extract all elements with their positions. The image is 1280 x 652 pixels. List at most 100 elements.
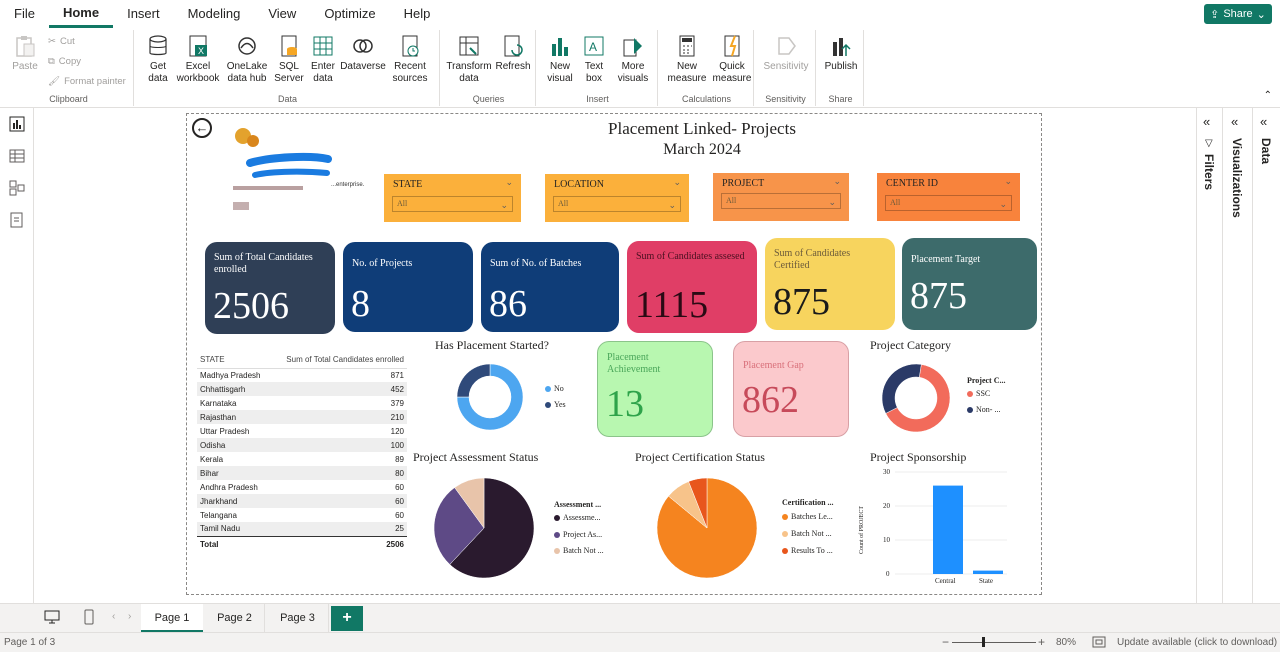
menu-home[interactable]: Home [48, 0, 114, 28]
transform-data-button[interactable]: Transform data [446, 34, 492, 85]
placement-started-donut-slice[interactable] [456, 363, 491, 398]
table-view-icon[interactable] [9, 148, 25, 164]
fit-to-page-icon[interactable] [1092, 636, 1106, 651]
model-view-icon[interactable] [9, 180, 25, 196]
table-row[interactable]: Rajasthan 210 [197, 410, 407, 424]
recent-sources-button[interactable]: Recent sources [388, 34, 432, 85]
table-row[interactable]: Bihar 80 [197, 466, 407, 480]
table-row[interactable]: Madhya Pradesh 871 [197, 368, 407, 382]
slicer-dropdown[interactable]: All ⌄ [885, 195, 1012, 211]
copy-button[interactable]: ⧉ Copy [48, 56, 81, 67]
update-notice[interactable]: Update available (click to download) [1117, 637, 1277, 648]
chevron-down-icon[interactable]: ⌄ [505, 177, 513, 188]
assessment-pie-slice[interactable] [449, 477, 535, 579]
placement-started-donut-slice[interactable] [456, 363, 524, 431]
visualizations-pane[interactable]: « Visualizations [1222, 108, 1252, 603]
certification-pie-slice[interactable] [656, 477, 758, 579]
table-row[interactable]: Tamil Nadu 25 [197, 522, 407, 536]
onelake-button[interactable]: OneLake data hub [224, 34, 270, 85]
data-pane[interactable]: « Data [1252, 108, 1280, 603]
ribbon-collapse-icon[interactable]: ⌃ [1264, 90, 1272, 101]
chevron-right-icon[interactable]: › [128, 611, 131, 622]
new-visual-button[interactable]: New visual [542, 34, 578, 85]
slicer-dropdown[interactable]: All ⌄ [721, 193, 841, 209]
sponsorship-bar[interactable] [933, 485, 963, 574]
legend-item[interactable]: SSC [967, 389, 990, 398]
assessment-pie-slice[interactable] [433, 487, 485, 565]
text-box-button[interactable]: A Text box [578, 34, 610, 85]
table-row[interactable]: Chhattisgarh 452 [197, 382, 407, 396]
dax-query-icon[interactable] [9, 212, 25, 228]
menu-modeling[interactable]: Modeling [174, 0, 255, 28]
enter-data-button[interactable]: Enter data [308, 34, 338, 85]
publish-button[interactable]: Publish [822, 34, 860, 73]
certification-pie-slice[interactable] [688, 477, 708, 529]
legend-item[interactable]: Assessme... [554, 513, 601, 522]
table-row[interactable]: Karnataka 379 [197, 396, 407, 410]
paste-button[interactable]: Paste [8, 34, 42, 73]
expand-icon[interactable]: « [1231, 114, 1238, 129]
legend-item[interactable]: Non- ... [967, 405, 1000, 414]
expand-icon[interactable]: « [1203, 114, 1210, 129]
legend-item[interactable]: Batch Not ... [782, 529, 832, 538]
tab-page-3[interactable]: Page 3 [267, 604, 329, 633]
zoom-in-button[interactable]: + [1038, 635, 1045, 649]
sql-server-button[interactable]: SQL Server [274, 34, 304, 85]
slicer-dropdown[interactable]: All ⌄ [392, 196, 513, 212]
sponsorship-bar[interactable] [973, 570, 1003, 574]
back-arrow-icon[interactable]: ← [192, 118, 212, 138]
menu-help[interactable]: Help [390, 0, 445, 28]
table-row[interactable]: Kerala 89 [197, 452, 407, 466]
refresh-button[interactable]: Refresh [494, 34, 532, 73]
column-header-state[interactable]: STATE [197, 352, 271, 369]
project-slicer[interactable]: PROJECT ⌄ All ⌄ [713, 173, 849, 221]
tab-page-1[interactable]: Page 1 [141, 604, 203, 633]
menu-file[interactable]: File [0, 0, 49, 28]
dataverse-button[interactable]: Dataverse [340, 34, 386, 73]
sensitivity-button[interactable]: Sensitivity [760, 34, 812, 73]
mobile-layout-icon[interactable] [84, 609, 94, 628]
format-painter-button[interactable]: 🖌 Format painter [48, 76, 126, 87]
legend-item[interactable]: Results To ... [782, 546, 833, 555]
column-header-enrolled[interactable]: Sum of Total Candidates enrolled [270, 352, 407, 369]
chevron-down-icon[interactable]: ⌄ [1004, 176, 1012, 187]
tab-page-2[interactable]: Page 2 [205, 604, 265, 633]
menu-view[interactable]: View [254, 0, 310, 28]
legend-item[interactable]: Project As... [554, 530, 602, 539]
cut-button[interactable]: ✂ Cut [48, 36, 75, 47]
report-view-icon[interactable] [9, 116, 25, 132]
assessment-pie-slice[interactable] [454, 477, 485, 529]
chevron-down-icon[interactable]: ⌄ [673, 177, 681, 188]
zoom-out-button[interactable]: − [942, 635, 949, 649]
legend-item[interactable]: No [545, 384, 564, 393]
quick-measure-button[interactable]: Quick measure [712, 34, 752, 85]
filters-pane[interactable]: « ▽ Filters [1196, 108, 1222, 603]
zoom-slider[interactable] [952, 642, 1036, 643]
desktop-layout-icon[interactable] [44, 610, 60, 627]
table-row[interactable]: Telangana 60 [197, 508, 407, 522]
menu-insert[interactable]: Insert [113, 0, 174, 28]
project-category-donut-slice[interactable] [881, 363, 922, 414]
share-button[interactable]: ⇪ Share ⌄ [1204, 4, 1272, 24]
add-page-button[interactable]: + [331, 606, 363, 631]
certification-pie-slice[interactable] [668, 481, 708, 529]
menu-optimize[interactable]: Optimize [310, 0, 389, 28]
table-row[interactable]: Odisha 100 [197, 438, 407, 452]
legend-item[interactable]: Batch Not ... [554, 546, 604, 555]
center-id-slicer[interactable]: CENTER ID ⌄ All ⌄ [877, 173, 1020, 221]
expand-icon[interactable]: « [1260, 114, 1267, 129]
legend-item[interactable]: Yes [545, 400, 566, 409]
table-row[interactable]: Uttar Pradesh 120 [197, 424, 407, 438]
new-measure-button[interactable]: New measure [664, 34, 710, 85]
legend-item[interactable]: Batches Le... [782, 512, 833, 521]
location-slicer[interactable]: LOCATION ⌄ All ⌄ [545, 174, 689, 222]
chevron-down-icon[interactable]: ⌄ [833, 176, 841, 187]
get-data-button[interactable]: Get data [140, 34, 176, 85]
zoom-slider-thumb[interactable] [982, 637, 985, 647]
table-row[interactable]: Andhra Pradesh 60 [197, 480, 407, 494]
table-row[interactable]: Jharkhand 60 [197, 494, 407, 508]
more-visuals-button[interactable]: More visuals [612, 34, 654, 85]
slicer-dropdown[interactable]: All ⌄ [553, 196, 681, 212]
project-category-donut-slice[interactable] [885, 364, 951, 433]
chevron-left-icon[interactable]: ‹ [112, 611, 115, 622]
